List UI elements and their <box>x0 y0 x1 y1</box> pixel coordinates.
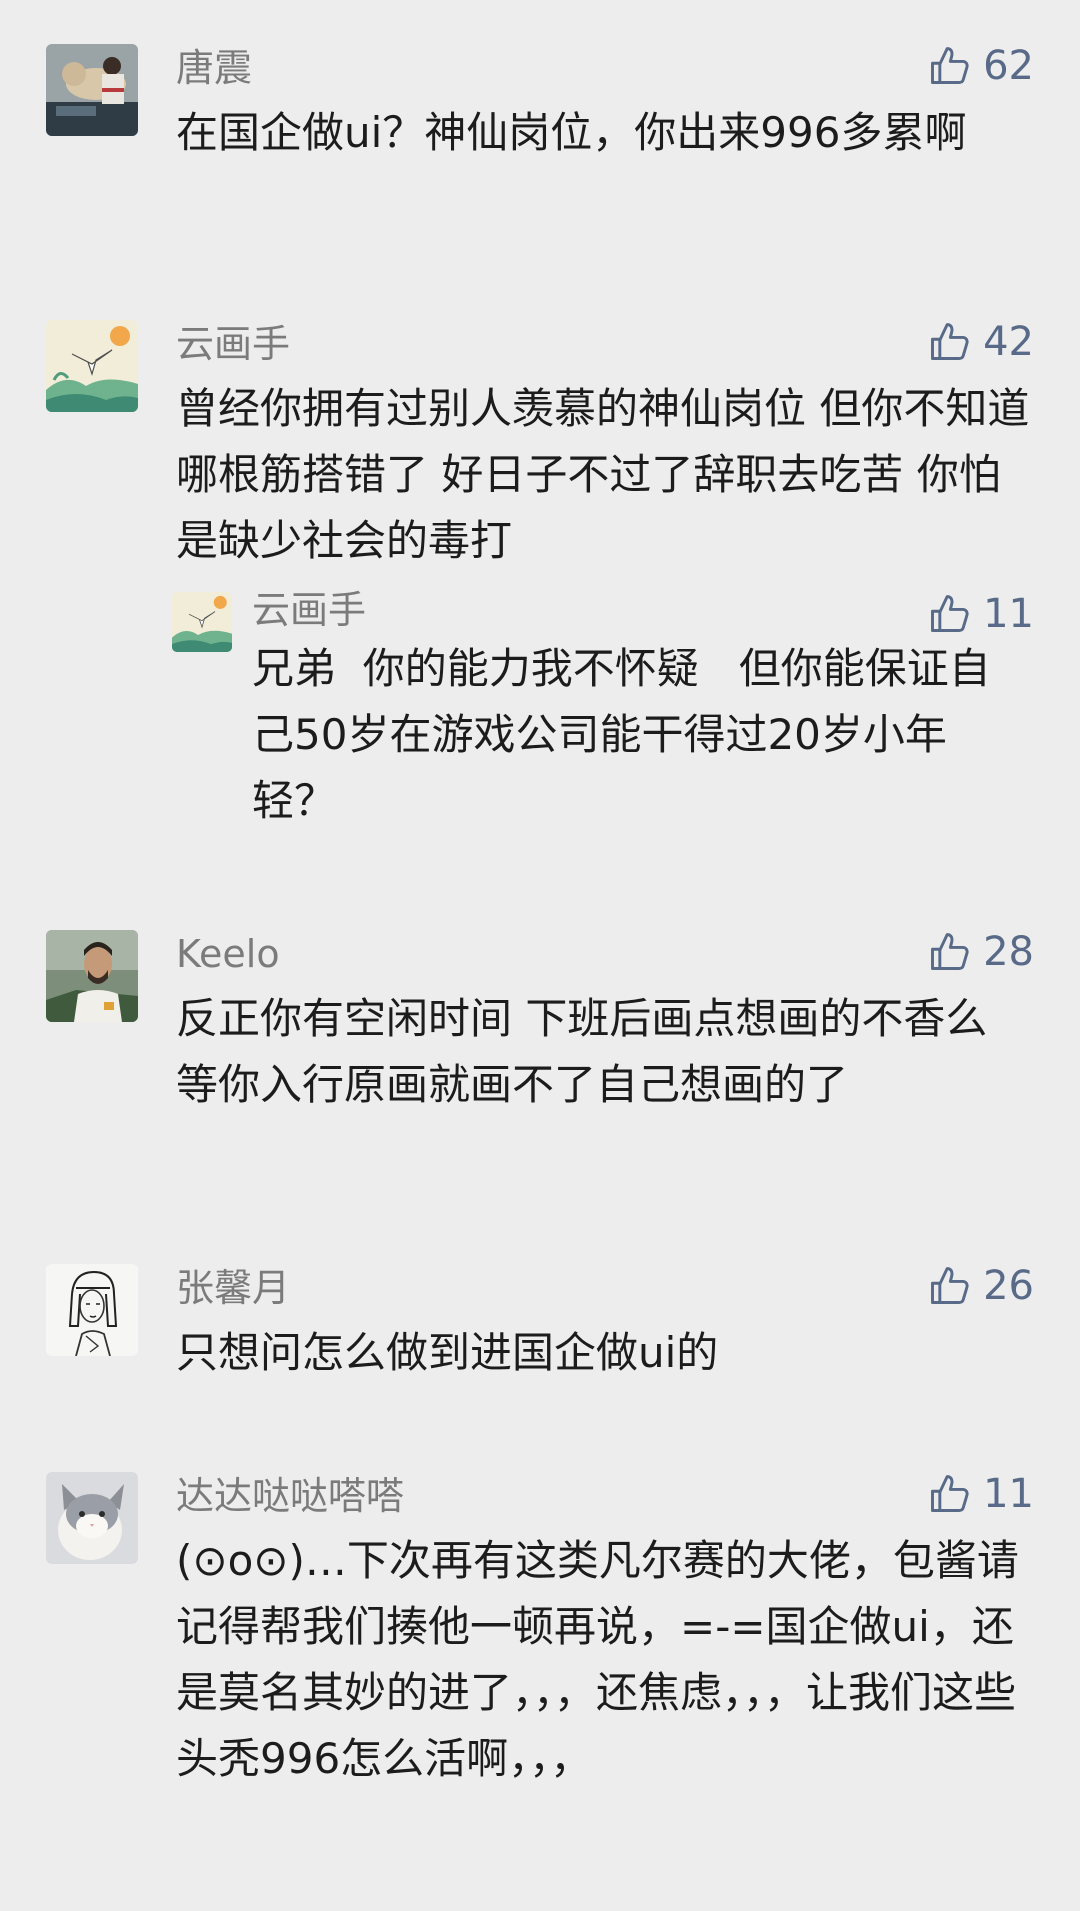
comment-item: 张馨月 26 只想问怎么做到进国企做ui的 <box>0 1263 1080 1377</box>
thumbs-up-icon <box>927 930 971 974</box>
comment-text: 反正你有空闲时间 下班后画点想画的不香么 等你入行原画就画不了自己想画的了 <box>176 994 1001 1109</box>
crane-painting-avatar[interactable] <box>46 320 138 412</box>
comment-author[interactable]: Keelo <box>176 930 280 978</box>
like-button[interactable]: 62 <box>927 40 1034 92</box>
comment-author[interactable]: 云画手 <box>176 320 290 368</box>
comment-item: 唐震 62 在国企做ui？神仙岗位，你出来996多累啊 <box>0 43 1080 214</box>
comment-text: (⊙o⊙)…下次再有这类凡尔赛的大佬，包酱请记得帮我们揍他一顿再说，=-=国企做… <box>176 1536 1019 1783</box>
comment-author[interactable]: 唐震 <box>176 44 252 92</box>
comment-list-screen: { "accent_color": "#586a88", "comments":… <box>0 0 1080 1911</box>
comment-item: Keelo 28 反正你有空闲时间 下班后画点想画的不香么 等你入行原画就画不了… <box>0 929 1080 1160</box>
like-count: 11 <box>983 591 1034 637</box>
like-button[interactable]: 11 <box>927 588 1034 640</box>
like-button[interactable]: 28 <box>927 926 1034 978</box>
like-count: 28 <box>983 929 1034 975</box>
like-count: 62 <box>983 43 1034 89</box>
cat-avatar[interactable] <box>46 1472 138 1564</box>
like-button[interactable]: 11 <box>927 1468 1034 1520</box>
bearded-man-avatar[interactable] <box>46 930 138 1022</box>
thumbs-up-icon <box>927 592 971 636</box>
thumbs-up-icon <box>927 320 971 364</box>
comment-author[interactable]: 张馨月 <box>176 1264 290 1312</box>
like-count: 42 <box>983 319 1034 365</box>
like-count: 26 <box>983 1263 1034 1309</box>
thumbs-up-icon <box>927 1472 971 1516</box>
comment-text: 在国企做ui？神仙岗位，你出来996多累啊 <box>176 108 967 157</box>
reply-item: 云画手 11 兄弟 你的能力我不怀疑 但你能保证自己50岁在游戏公司能干得过20… <box>0 588 1080 832</box>
comment-text: 曾经你拥有过别人羡慕的神仙岗位 但你不知道哪根筋搭错了 好日子不过了辞职去吃苦 … <box>176 384 1030 565</box>
man-with-dog-avatar[interactable] <box>46 44 138 136</box>
reply-text: 兄弟 你的能力我不怀疑 但你能保证自己50岁在游戏公司能干得过20岁小年轻？ <box>252 644 991 825</box>
sketch-girl-avatar[interactable] <box>46 1264 138 1356</box>
thumbs-up-icon <box>927 1264 971 1308</box>
thumbs-up-icon <box>927 44 971 88</box>
comment-item: 云画手 42 曾经你拥有过别人羡慕的神仙岗位 但你不知道哪根筋搭错了 好日子不过… <box>0 319 1080 565</box>
like-count: 11 <box>983 1471 1034 1517</box>
comment-item: 达达哒哒嗒嗒 11 (⊙o⊙)…下次再有这类凡尔赛的大佬，包酱请记得帮我们揍他一… <box>0 1471 1080 1842</box>
comment-author[interactable]: 达达哒哒嗒嗒 <box>176 1472 404 1520</box>
like-button[interactable]: 26 <box>927 1260 1034 1312</box>
crane-painting-avatar[interactable] <box>172 592 232 652</box>
like-button[interactable]: 42 <box>927 316 1034 368</box>
reply-author[interactable]: 云画手 <box>252 586 366 634</box>
comment-text: 只想问怎么做到进国企做ui的 <box>176 1328 719 1377</box>
